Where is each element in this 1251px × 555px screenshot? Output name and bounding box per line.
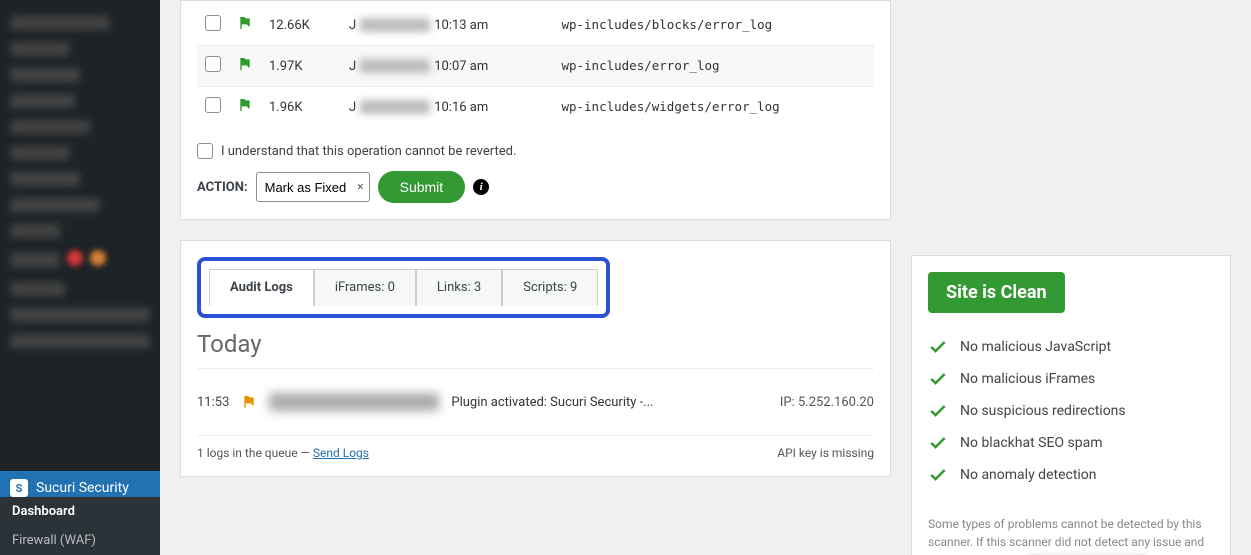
log-time: 11:53 (197, 395, 229, 410)
action-label: ACTION: (197, 180, 248, 195)
info-icon[interactable]: i (473, 179, 489, 195)
action-select[interactable]: Mark as Fixed (256, 172, 370, 202)
list-item: No malicious iFrames (928, 363, 1214, 395)
sidebar-blurred-items (0, 0, 160, 348)
site-clean-badge: Site is Clean (928, 272, 1065, 313)
log-ip: IP: 5.252.160.20 (780, 395, 874, 410)
flag-icon (237, 15, 253, 31)
tab-links[interactable]: Links: 3 (416, 269, 502, 306)
file-size: 1.96K (261, 87, 341, 128)
file-path: wp-includes/blocks/error_log (561, 17, 772, 32)
file-path: wp-includes/widgets/error_log (561, 99, 779, 114)
scan-results-card: 12.66K J10:13 am wp-includes/blocks/erro… (180, 0, 891, 220)
flag-icon (237, 56, 253, 72)
submit-button[interactable]: Submit (378, 171, 466, 203)
tab-scripts[interactable]: Scripts: 9 (502, 269, 598, 306)
row-checkbox[interactable] (205, 15, 221, 31)
check-icon (928, 465, 948, 485)
list-item: No blackhat SEO spam (928, 427, 1214, 459)
logs-queue-status: 1 logs in the queue — Send Logs (197, 446, 369, 460)
file-size: 1.97K (261, 46, 341, 87)
audit-logs-card: Audit Logs iFrames: 0 Links: 3 Scripts: … (180, 240, 891, 477)
table-row: 1.97K J10:07 am wp-includes/error_log (197, 46, 874, 87)
check-icon (928, 433, 948, 453)
shield-icon: S (10, 479, 28, 497)
file-modified: J10:07 am (341, 46, 553, 87)
acknowledge-checkbox[interactable] (197, 143, 213, 159)
clean-check-list: No malicious JavaScript No malicious iFr… (928, 331, 1214, 491)
check-icon (928, 401, 948, 421)
main-content: 12.66K J10:13 am wp-includes/blocks/erro… (160, 0, 1251, 555)
scanner-footnote: Some types of problems cannot be detecte… (928, 515, 1214, 555)
list-item: No anomaly detection (928, 459, 1214, 491)
check-icon (928, 369, 948, 389)
scan-results-table: 12.66K J10:13 am wp-includes/blocks/erro… (197, 5, 874, 127)
row-checkbox[interactable] (205, 56, 221, 72)
list-item: No malicious JavaScript (928, 331, 1214, 363)
acknowledge-label: I understand that this operation cannot … (221, 144, 516, 159)
tab-iframes[interactable]: iFrames: 0 (314, 269, 416, 306)
file-modified: J10:16 am (341, 87, 553, 128)
sidebar-submenu: Dashboard Firewall (WAF) (0, 497, 160, 555)
audit-log-row: 11:53 Plugin activated: Sucuri Security … (197, 383, 874, 421)
admin-sidebar: S Sucuri Security Dashboard Firewall (WA… (0, 0, 160, 555)
site-status-card: Site is Clean No malicious JavaScript No… (911, 255, 1231, 555)
row-checkbox[interactable] (205, 97, 221, 113)
check-icon (928, 337, 948, 357)
audit-date-heading: Today (197, 330, 874, 369)
sidebar-item-label: Sucuri Security (36, 480, 129, 496)
flag-icon (241, 394, 257, 410)
table-row: 1.96K J10:16 am wp-includes/widgets/erro… (197, 87, 874, 128)
submenu-item-firewall[interactable]: Firewall (WAF) (0, 526, 160, 555)
table-row: 12.66K J10:13 am wp-includes/blocks/erro… (197, 5, 874, 46)
tab-audit-logs[interactable]: Audit Logs (209, 269, 314, 306)
submenu-item-dashboard[interactable]: Dashboard (0, 497, 160, 526)
file-size: 12.66K (261, 5, 341, 46)
tabs-highlight-box: Audit Logs iFrames: 0 Links: 3 Scripts: … (197, 257, 610, 318)
list-item: No suspicious redirections (928, 395, 1214, 427)
api-key-status: API key is missing (777, 446, 874, 460)
file-path: wp-includes/error_log (561, 58, 719, 73)
log-event-text: Plugin activated: Sucuri Security -... (451, 395, 767, 410)
log-user-blurred (269, 393, 439, 411)
flag-icon (237, 97, 253, 113)
send-logs-link[interactable]: Send Logs (313, 446, 369, 460)
file-modified: J10:13 am (341, 5, 553, 46)
audit-tabs: Audit Logs iFrames: 0 Links: 3 Scripts: … (209, 269, 598, 306)
